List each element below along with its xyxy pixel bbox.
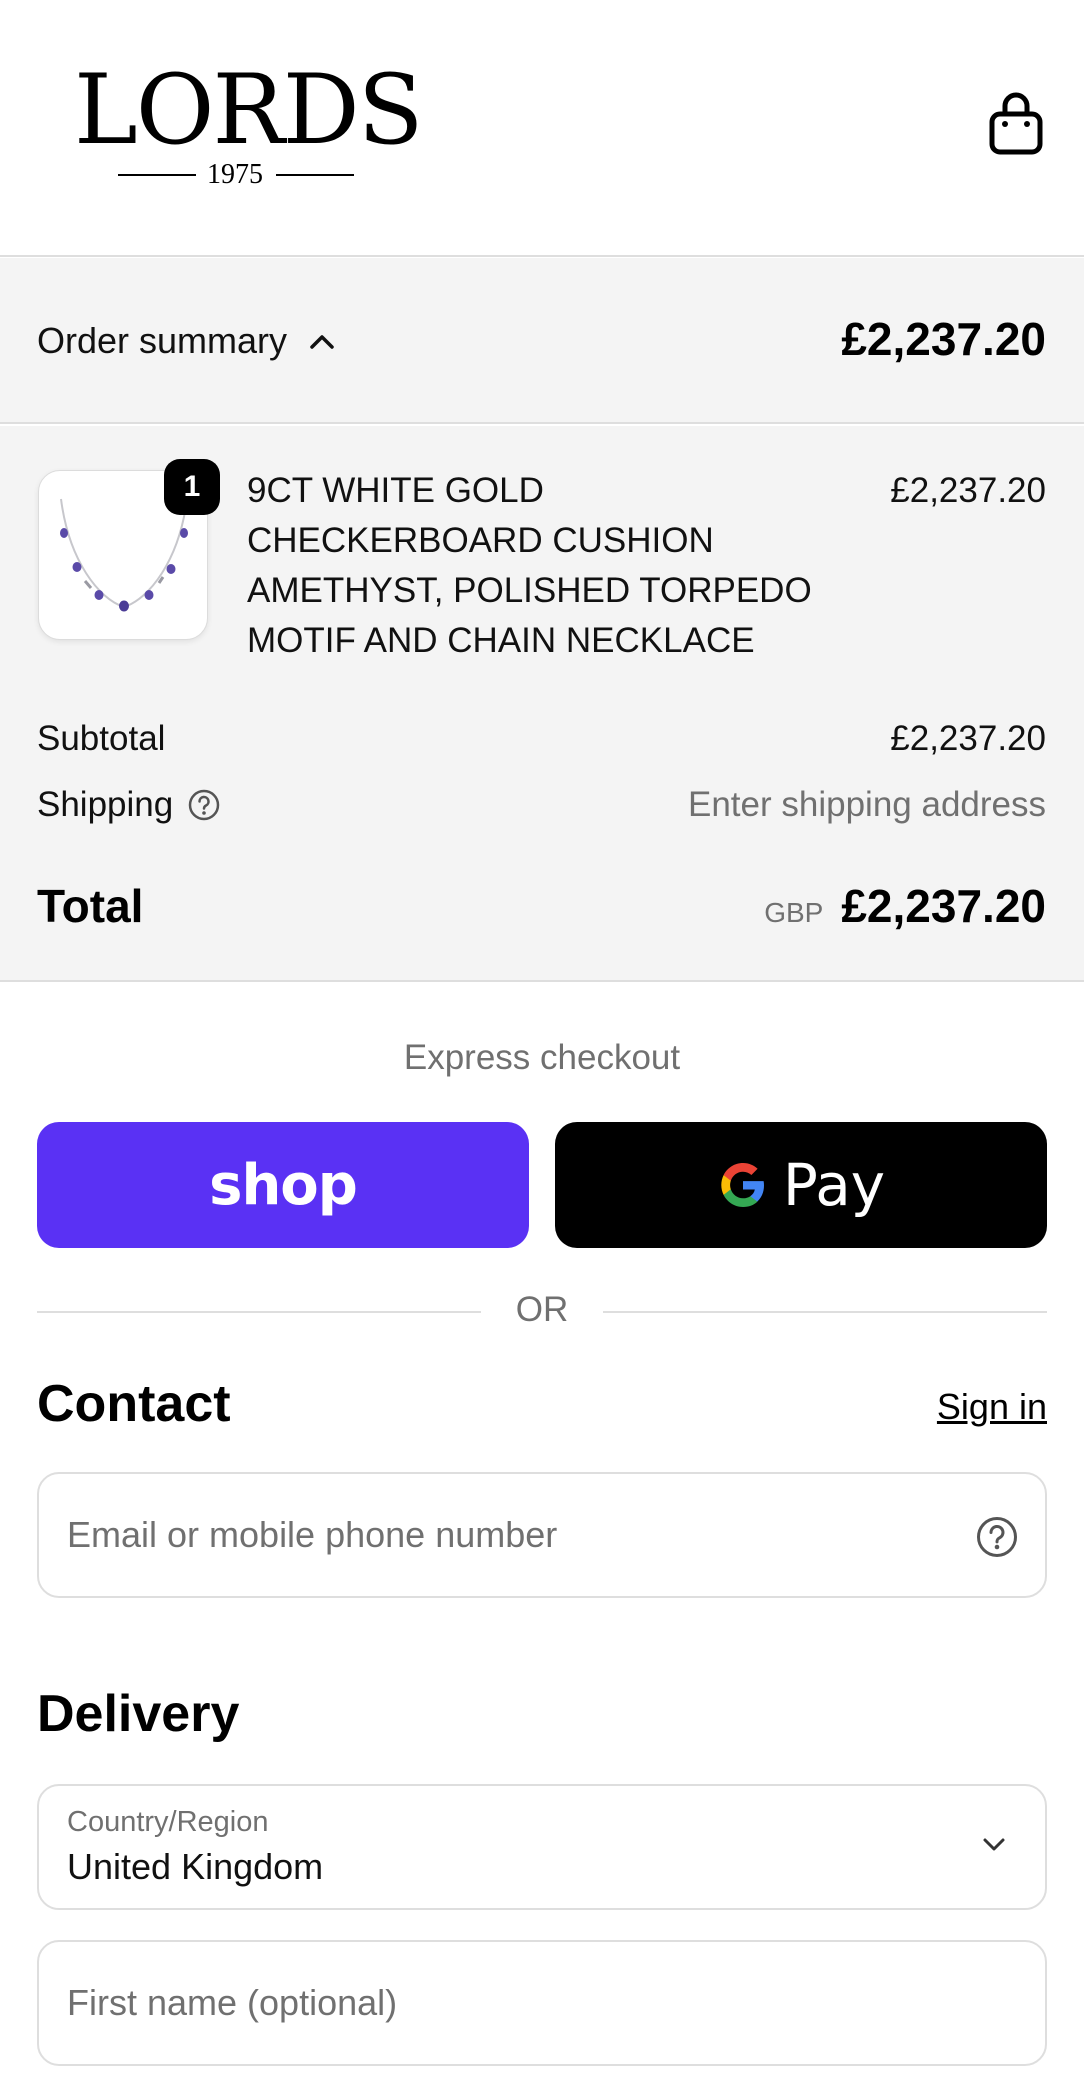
total-value-group: GBP £2,237.20 [764,879,1046,933]
divider-line-left [37,1311,481,1313]
google-pay-button[interactable]: Pay [555,1122,1047,1248]
google-pay-label: Pay [782,1151,886,1219]
divider-line-right [603,1311,1047,1313]
contact-heading: Contact [37,1375,231,1433]
delivery-heading: Delivery [37,1685,240,1743]
order-summary-toggle[interactable]: Order summary [37,318,335,364]
product-price: £2,237.20 [890,471,1046,510]
order-summary-details: 1 9CT WHITE GOLD CHECKERBOARD CUSHION AM… [0,426,1084,982]
total-value: £2,237.20 [841,880,1046,932]
logo-rule-right [276,174,354,176]
order-summary-bar: Order summary £2,237.20 [0,258,1084,424]
quantity-badge: 1 [164,459,220,515]
question-circle-icon[interactable] [975,1515,1019,1559]
total-label: Total [37,880,144,932]
chevron-down-icon [983,1838,1005,1851]
total-row: Total GBP £2,237.20 [37,878,1046,934]
shipping-label-group: Shipping [37,785,221,825]
shipping-row: Shipping Enter shipping address [37,782,1046,828]
shipping-label: Shipping [37,785,174,824]
express-checkout-title: Express checkout [403,1038,681,1077]
currency-code: GBP [764,897,824,928]
question-circle-icon[interactable] [187,788,221,822]
email-placeholder: Email or mobile phone number [67,1514,558,1555]
shop-pay-button[interactable]: shop [37,1122,529,1248]
subtotal-label: Subtotal [37,719,166,758]
product-name: 9CT WHITE GOLD CHECKERBOARD CUSHION AMET… [247,471,812,660]
first-name-placeholder: First name (optional) [67,1982,398,2023]
or-label: OR [515,1290,569,1329]
site-header: LORDS 1975 [0,0,1084,257]
lords-logo[interactable]: LORDS 1975 [74,54,423,192]
google-g-icon [721,1163,764,1207]
country-value: United Kingdom [67,1846,324,1887]
or-divider: OR [37,1290,1047,1334]
subtotal-row: Subtotal £2,237.20 [37,716,1046,762]
shipping-value: Enter shipping address [688,785,1046,824]
order-summary-label: Order summary [37,320,288,361]
logo-wordmark: LORDS [74,54,423,166]
country-label: Country/Region [67,1806,269,1838]
country-select[interactable]: Country/Region United Kingdom [37,1784,1047,1910]
order-summary-total: £2,237.20 [841,313,1046,365]
subtotal-value: £2,237.20 [890,719,1046,758]
shopping-bag-icon[interactable] [988,92,1044,156]
sign-in-link[interactable]: Sign in [937,1386,1047,1428]
shop-pay-label: shop [209,1152,358,1218]
email-field[interactable]: Email or mobile phone number [37,1472,1047,1598]
first-name-field[interactable]: First name (optional) [37,1940,1047,2066]
chevron-up-icon [310,335,334,349]
